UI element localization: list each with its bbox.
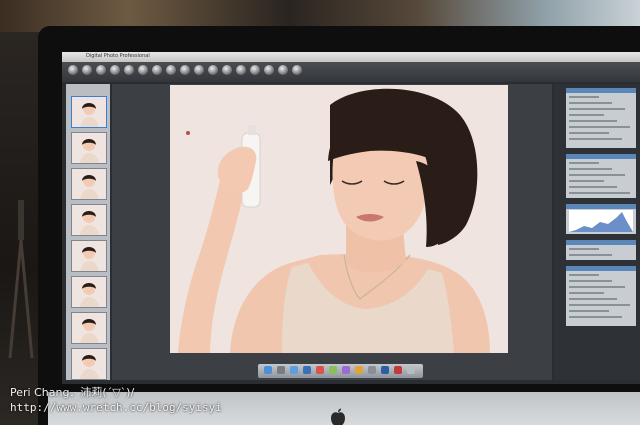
thumbnail[interactable] — [71, 312, 107, 344]
thumbnail-image — [72, 313, 106, 343]
tool-palette[interactable] — [554, 84, 640, 380]
palette-panel[interactable] — [566, 204, 636, 234]
toolbar — [62, 62, 640, 82]
palette-control-row[interactable] — [569, 316, 622, 318]
dpp-icon[interactable] — [394, 366, 402, 374]
apple-logo-icon — [331, 408, 345, 425]
finder-icon[interactable] — [264, 366, 272, 374]
app-title: Digital Photo Professional — [86, 53, 150, 59]
thumbnail-image — [72, 241, 106, 271]
toolbar-tool-button[interactable] — [96, 65, 106, 75]
iphoto-icon[interactable] — [355, 366, 363, 374]
dock — [258, 364, 423, 378]
spray-nozzle — [248, 125, 256, 135]
palette-control-row[interactable] — [569, 280, 612, 282]
thumbnail-image — [72, 349, 106, 379]
palette-control-row[interactable] — [569, 174, 625, 176]
toolbar-tool-button[interactable] — [250, 65, 260, 75]
thumbnail-image — [72, 169, 106, 199]
palette-control-row[interactable] — [569, 286, 625, 288]
toolbar-tool-button[interactable] — [166, 65, 176, 75]
palette-control-row[interactable] — [569, 138, 622, 140]
window-titlebar: Digital Photo Professional — [62, 52, 640, 69]
palette-panel-header[interactable] — [566, 88, 636, 93]
toolbar-tool-button[interactable] — [208, 65, 218, 75]
toolbar-tool-button[interactable] — [124, 65, 134, 75]
tripod — [8, 200, 34, 359]
dust-spot — [186, 131, 190, 135]
thumbnail-strip[interactable] — [66, 84, 110, 380]
thumbnail[interactable] — [71, 276, 107, 308]
toolbar-tool-button[interactable] — [222, 65, 232, 75]
palette-control-row[interactable] — [569, 108, 625, 110]
watermark-author: Peri Chang．沛莉(´▽`)/ — [10, 386, 135, 399]
palette-control-row[interactable] — [569, 248, 599, 250]
palette-control-row[interactable] — [569, 254, 612, 256]
palette-panel-header[interactable] — [566, 154, 636, 159]
thumbnail[interactable] — [71, 204, 107, 236]
dashboard-icon[interactable] — [277, 366, 285, 374]
toolbar-tool-button[interactable] — [292, 65, 302, 75]
toolbar-tool-button[interactable] — [110, 65, 120, 75]
palette-control-row[interactable] — [569, 186, 617, 188]
palette-control-row[interactable] — [569, 114, 604, 116]
itunes-icon[interactable] — [342, 366, 350, 374]
ical-icon[interactable] — [316, 366, 324, 374]
thumbnail[interactable] — [71, 96, 107, 128]
palette-control-row[interactable] — [569, 96, 599, 98]
palette-control-row[interactable] — [569, 274, 599, 276]
thumbnail[interactable] — [71, 168, 107, 200]
mail-icon[interactable] — [290, 366, 298, 374]
palette-panel-header[interactable] — [566, 266, 636, 271]
portrait-photo — [170, 85, 508, 353]
toolbar-tool-button[interactable] — [152, 65, 162, 75]
palette-control-row[interactable] — [569, 304, 630, 306]
portrait-illustration — [170, 85, 508, 353]
palette-panel[interactable] — [566, 154, 636, 198]
palette-control-row[interactable] — [569, 162, 599, 164]
palette-panel[interactable] — [566, 88, 636, 148]
palette-control-row[interactable] — [569, 292, 604, 294]
trash-icon[interactable] — [407, 366, 415, 374]
thumbnail-image — [72, 277, 106, 307]
scene: Digital Photo Professional Peri Chang．沛莉… — [0, 0, 640, 425]
toolbar-tool-button[interactable] — [138, 65, 148, 75]
palette-control-row[interactable] — [569, 180, 604, 182]
thumbnail-image — [72, 205, 106, 235]
watermark-url: http://www.wretch.cc/blog/syisyi — [10, 401, 222, 414]
palette-control-row[interactable] — [569, 132, 609, 134]
palette-control-row[interactable] — [569, 120, 617, 122]
toolbar-tool-button[interactable] — [180, 65, 190, 75]
palette-control-row[interactable] — [569, 168, 612, 170]
thumbnail[interactable] — [71, 348, 107, 380]
palette-control-row[interactable] — [569, 298, 617, 300]
toolbar-tool-button[interactable] — [82, 65, 92, 75]
thumbnail[interactable] — [71, 240, 107, 272]
thumbnail-image — [72, 97, 106, 127]
palette-control-row[interactable] — [569, 192, 630, 194]
preview-icon[interactable] — [329, 366, 337, 374]
thumbnail[interactable] — [71, 132, 107, 164]
monitor-screen: Digital Photo Professional — [62, 52, 640, 384]
toolbar-tool-button[interactable] — [236, 65, 246, 75]
toolbar-tool-button[interactable] — [264, 65, 274, 75]
palette-control-row[interactable] — [569, 310, 609, 312]
palette-control-row[interactable] — [569, 102, 612, 104]
palette-control-row[interactable] — [569, 126, 630, 128]
histogram — [569, 210, 633, 232]
toolbar-tool-button[interactable] — [278, 65, 288, 75]
safari-icon[interactable] — [303, 366, 311, 374]
palette-panel[interactable] — [566, 266, 636, 326]
system-preferences-icon[interactable] — [368, 366, 376, 374]
toolbar-tool-button[interactable] — [68, 65, 78, 75]
thumbnail-image — [72, 133, 106, 163]
palette-panel[interactable] — [566, 240, 636, 260]
photoshop-icon[interactable] — [381, 366, 389, 374]
toolbar-tool-button[interactable] — [194, 65, 204, 75]
edit-canvas[interactable] — [112, 84, 552, 380]
palette-panel-header[interactable] — [566, 240, 636, 245]
